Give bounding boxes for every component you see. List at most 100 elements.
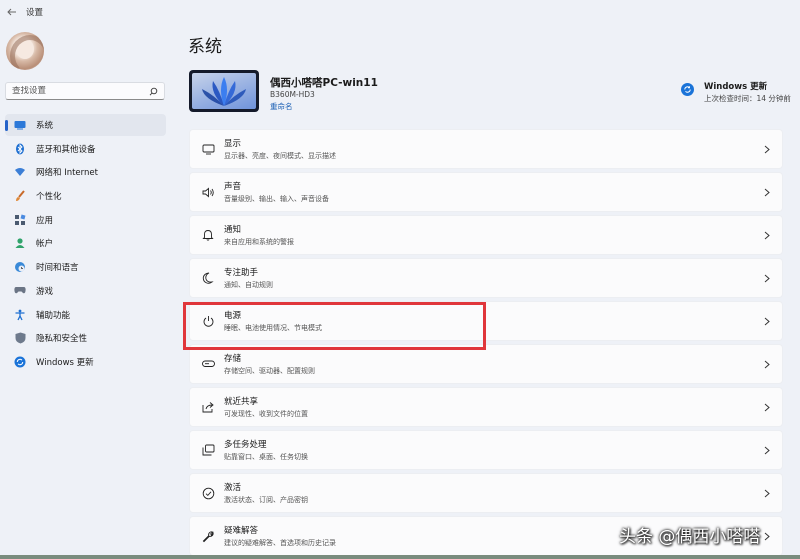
brush-icon [14, 190, 26, 202]
search-icon[interactable] [148, 86, 158, 96]
chevron-right-icon [762, 488, 772, 498]
card-subtitle: 激活状态、订阅、产品密钥 [224, 496, 308, 504]
chevron-right-icon [762, 187, 772, 197]
sidebar-item-label: 应用 [36, 215, 54, 226]
card-title: 多任务处理 [224, 440, 267, 450]
chevron-right-icon [762, 144, 772, 154]
sidebar-item-personalization[interactable]: 个性化 [5, 185, 166, 207]
app-title: 设置 [26, 8, 44, 18]
check-circle-icon [201, 486, 215, 500]
sidebar-item-time-language[interactable]: 时间和语言 [5, 256, 166, 278]
card-title: 声音 [224, 182, 242, 192]
settings-card-sound[interactable]: 声音 音量级别、输出、输入、声音设备 [189, 172, 783, 212]
card-title: 显示 [224, 139, 242, 149]
device-model: B360M-HD3 [270, 90, 315, 99]
card-title: 电源 [224, 311, 242, 321]
card-title: 激活 [224, 483, 242, 493]
windows-update-link[interactable]: Windows 更新 [704, 80, 767, 92]
taskbar-strip [0, 555, 800, 559]
sidebar-item-gaming[interactable]: 游戏 [5, 280, 166, 302]
sidebar-item-bluetooth[interactable]: 蓝牙和其他设备 [5, 138, 166, 160]
card-subtitle: 存储空间、驱动器、配置规则 [224, 367, 315, 375]
wrench-icon [201, 529, 215, 543]
chevron-right-icon [762, 445, 772, 455]
sidebar-item-label: 游戏 [36, 286, 54, 297]
gamepad-icon [14, 285, 26, 297]
sidebar-item-accounts[interactable]: 帐户 [5, 232, 166, 254]
storage-icon [201, 357, 215, 371]
display-icon [201, 142, 215, 156]
chevron-right-icon [762, 273, 772, 283]
windows-update-status-icon[interactable] [681, 83, 694, 96]
settings-card-activation[interactable]: 激活 激活状态、订阅、产品密钥 [189, 473, 783, 513]
sidebar-item-system[interactable]: 系统 [5, 114, 166, 136]
settings-card-multitasking[interactable]: 多任务处理 贴靠窗口、桌面、任务切换 [189, 430, 783, 470]
card-title: 通知 [224, 225, 242, 235]
back-arrow-icon[interactable] [0, 0, 24, 24]
chevron-right-icon [762, 402, 772, 412]
share-icon [201, 400, 215, 414]
card-title: 就近共享 [224, 397, 259, 407]
chevron-right-icon [762, 316, 772, 326]
sidebar-item-label: 隐私和安全性 [36, 334, 88, 345]
windows-update-last-checked: 上次检查时间：14 分钟前 [704, 94, 791, 103]
sidebar-nav: 系统 蓝牙和其他设备 网络和 Internet 个性化 应用 帐户 时间和语言 … [5, 114, 166, 375]
sidebar-item-label: Windows 更新 [36, 357, 94, 368]
accessibility-icon [14, 309, 26, 321]
card-subtitle: 来自应用和系统的警报 [224, 238, 294, 246]
card-subtitle: 通知、自动规则 [224, 281, 273, 289]
card-subtitle: 建议的疑难解答、首选项和历史记录 [224, 539, 336, 547]
wallpaper-image [192, 73, 256, 109]
device-thumbnail [189, 70, 259, 112]
search-input[interactable] [12, 86, 148, 96]
chevron-right-icon [762, 230, 772, 240]
sidebar-item-label: 帐户 [36, 239, 54, 250]
card-title: 专注助手 [224, 268, 259, 278]
settings-card-notifications[interactable]: 通知 来自应用和系统的警报 [189, 215, 783, 255]
sidebar-item-apps[interactable]: 应用 [5, 209, 166, 231]
sidebar-item-label: 系统 [36, 121, 54, 131]
settings-list: 显示 显示器、亮度、夜间模式、显示描述 声音 音量级别、输出、输入、声音设备 通… [189, 129, 783, 559]
shield-icon [14, 332, 26, 344]
sidebar-item-label: 蓝牙和其他设备 [36, 144, 96, 155]
moon-icon [201, 271, 215, 285]
card-subtitle: 可发现性、收到文件的位置 [224, 410, 308, 418]
settings-card-focus-assist[interactable]: 专注助手 通知、自动规则 [189, 258, 783, 298]
sidebar-item-label: 时间和语言 [36, 263, 79, 274]
sidebar-item-accessibility[interactable]: 辅助功能 [5, 304, 166, 326]
multitask-icon [201, 443, 215, 457]
apps-icon [14, 214, 26, 226]
settings-card-power[interactable]: 电源 睡眠、电池使用情况、节电模式 [189, 301, 783, 341]
settings-card-display[interactable]: 显示 显示器、亮度、夜间模式、显示描述 [189, 129, 783, 169]
bluetooth-icon [14, 143, 26, 155]
bell-icon [201, 228, 215, 242]
chevron-right-icon [762, 531, 772, 541]
chevron-right-icon [762, 359, 772, 369]
card-subtitle: 显示器、亮度、夜间模式、显示描述 [224, 152, 336, 160]
title-bar: 设置 [0, 0, 800, 24]
speaker-icon [201, 185, 215, 199]
sidebar-item-privacy[interactable]: 隐私和安全性 [5, 327, 166, 349]
card-title: 疑难解答 [224, 526, 259, 536]
person-icon [14, 237, 26, 249]
sidebar-item-label: 辅助功能 [36, 310, 71, 321]
sidebar-item-label: 个性化 [36, 192, 62, 203]
globe-clock-icon [14, 261, 26, 273]
card-subtitle: 贴靠窗口、桌面、任务切换 [224, 453, 308, 461]
rename-link[interactable]: 重命名 [270, 101, 293, 112]
sidebar: 系统 蓝牙和其他设备 网络和 Internet 个性化 应用 [0, 24, 172, 559]
page-title: 系统 [188, 37, 222, 57]
device-name: 偶西小嗒嗒PC-win11 [270, 77, 378, 89]
settings-card-storage[interactable]: 存储 存储空间、驱动器、配置规则 [189, 344, 783, 384]
card-subtitle: 音量级别、输出、输入、声音设备 [224, 195, 329, 203]
search-box[interactable] [5, 82, 165, 100]
settings-card-nearby-sharing[interactable]: 就近共享 可发现性、收到文件的位置 [189, 387, 783, 427]
watermark: 头条 @偶西小嗒嗒 [619, 527, 761, 547]
sidebar-item-network[interactable]: 网络和 Internet [5, 161, 166, 183]
card-subtitle: 睡眠、电池使用情况、节电模式 [224, 324, 322, 332]
card-title: 存储 [224, 354, 242, 364]
sidebar-item-label: 网络和 Internet [36, 168, 98, 179]
sidebar-item-windows-update[interactable]: Windows 更新 [5, 351, 166, 373]
avatar[interactable] [6, 32, 44, 70]
monitor-icon [14, 119, 26, 131]
